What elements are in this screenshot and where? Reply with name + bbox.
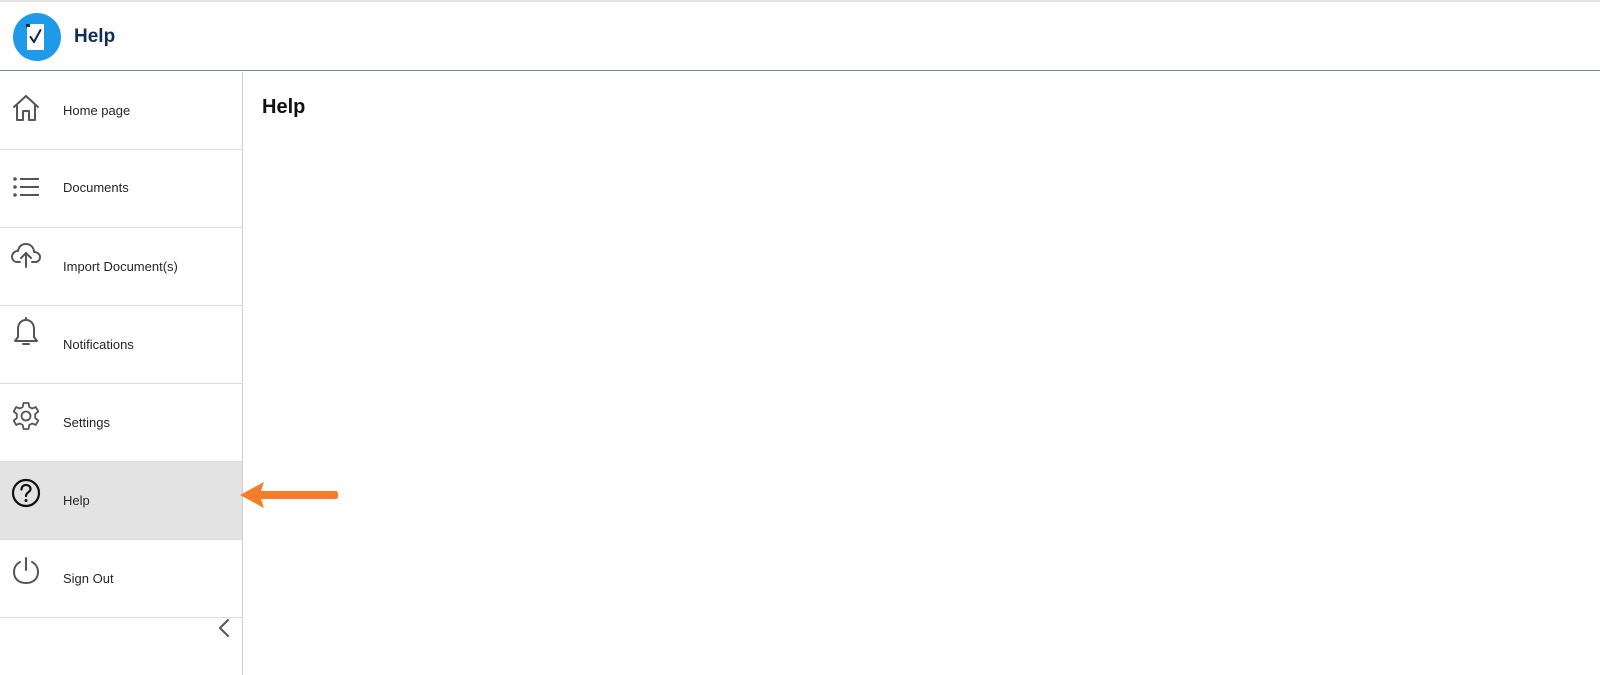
sidebar-item-label: Settings xyxy=(63,415,110,430)
help-circle-icon xyxy=(11,478,41,508)
sidebar-item-label: Home page xyxy=(63,103,131,118)
app-header: Help xyxy=(0,2,1600,71)
sidebar-item-sign-out[interactable]: Sign Out xyxy=(0,540,242,618)
document-check-icon[interactable] xyxy=(13,13,61,61)
sidebar: Home page Documents Import Document(s) N… xyxy=(0,72,243,675)
arrow-left-icon xyxy=(240,482,339,508)
app-title: Help xyxy=(74,26,116,47)
home-icon xyxy=(13,95,39,121)
sidebar-item-settings[interactable]: Settings xyxy=(0,384,242,462)
power-icon xyxy=(12,557,40,585)
sidebar-item-home-page[interactable]: Home page xyxy=(0,72,242,150)
page-title: Help xyxy=(262,96,306,118)
list-icon xyxy=(13,177,39,197)
sidebar-item-import-documents[interactable]: Import Document(s) xyxy=(0,228,242,306)
chevron-left-icon[interactable] xyxy=(214,617,236,639)
sidebar-item-notifications[interactable]: Notifications xyxy=(0,306,242,384)
cloud-upload-icon xyxy=(11,243,41,268)
bell-icon xyxy=(14,317,38,345)
sidebar-item-documents[interactable]: Documents xyxy=(0,150,242,228)
sidebar-item-label: Sign Out xyxy=(63,571,114,586)
sidebar-item-help[interactable]: Help xyxy=(0,462,242,540)
sidebar-item-label: Import Document(s) xyxy=(63,259,178,274)
gear-icon xyxy=(12,402,40,430)
sidebar-item-label: Help xyxy=(63,493,90,508)
sidebar-item-label: Notifications xyxy=(63,337,134,352)
sidebar-item-label: Documents xyxy=(63,180,129,195)
